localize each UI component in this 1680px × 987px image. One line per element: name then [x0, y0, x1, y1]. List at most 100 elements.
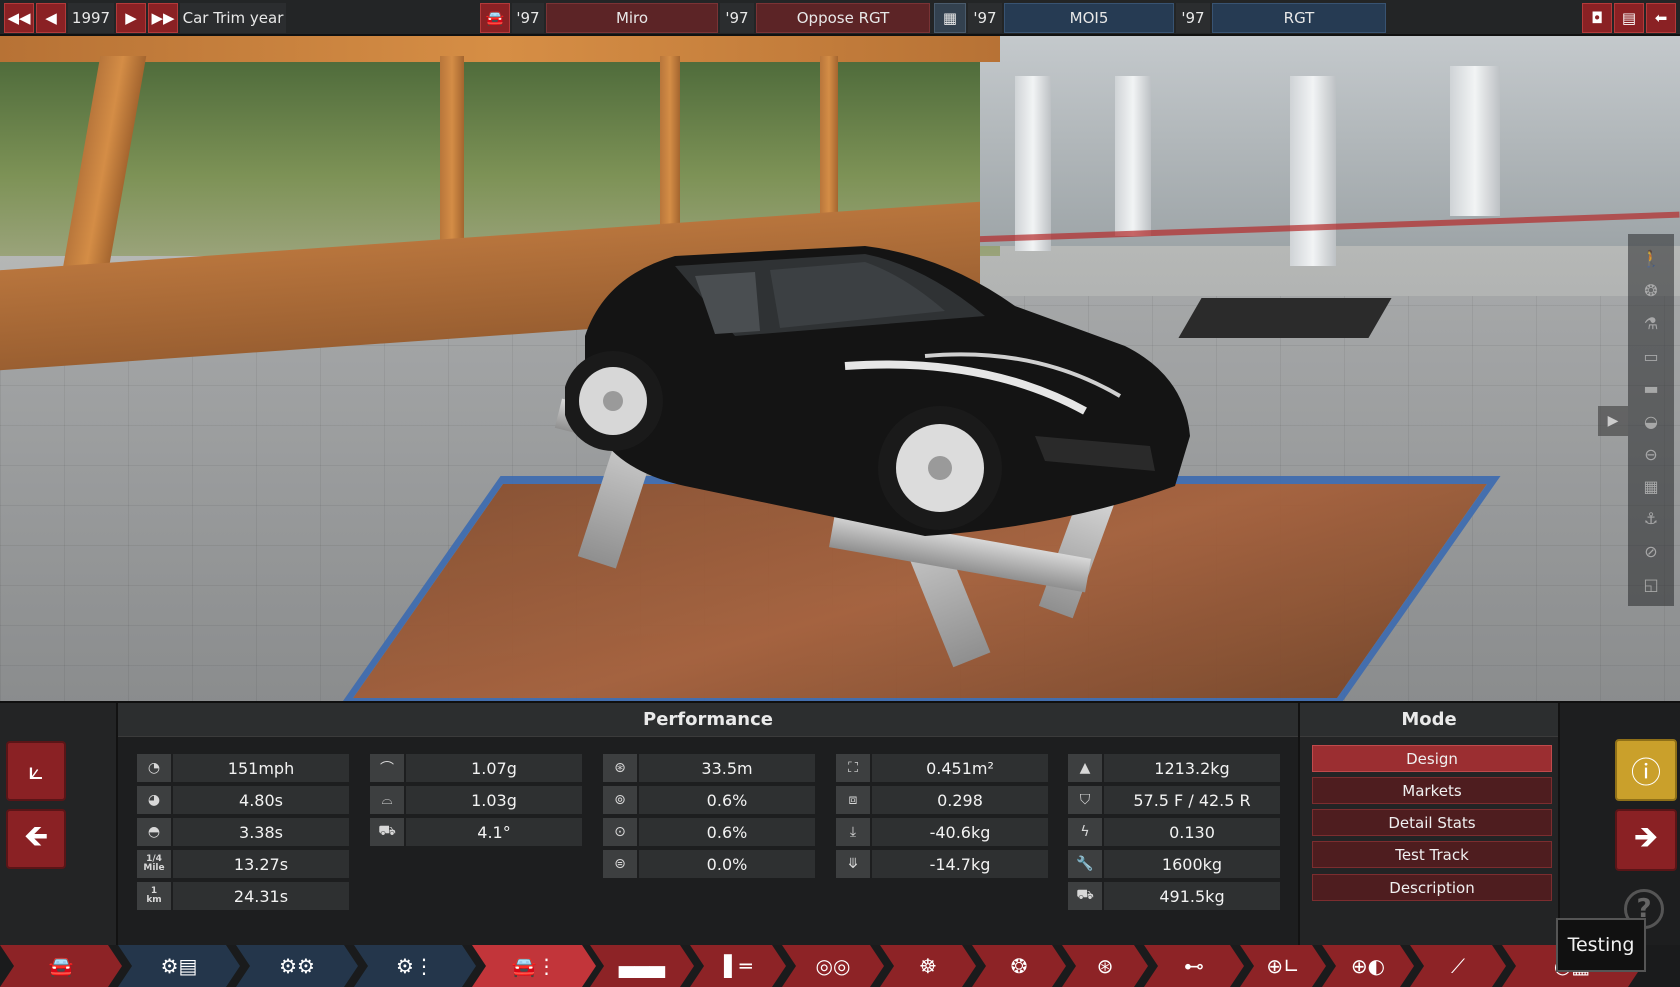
fuel-tab-icon: ⟋: [1451, 954, 1465, 978]
tab-car-front-tab[interactable]: 🚘: [0, 945, 122, 987]
steering-tab-icon: ⊕◐: [1350, 954, 1386, 978]
bottle-icon[interactable]: ⚗: [1637, 309, 1665, 337]
view-options-strip: 🚶 ❂ ⚗ ▭ ▬ ◒ ⊖ ▦ ⚓ ⊘ ◱: [1628, 234, 1674, 606]
car-icon: 🚘: [485, 9, 505, 27]
interior-tab-icon: ⊕∟: [1266, 954, 1300, 978]
stat-value: 4.1°: [406, 818, 582, 846]
tab-brakes-tab[interactable]: ⊛: [1062, 945, 1148, 987]
mode-test-track-button[interactable]: Test Track: [1312, 841, 1552, 868]
mode-description-button[interactable]: Description: [1312, 874, 1552, 901]
exit-button[interactable]: ⬅: [1646, 3, 1676, 33]
stat-value: 13.27s: [173, 850, 349, 878]
frontal-area-icon: ⛶: [836, 754, 870, 782]
no-sign-icon[interactable]: ⊘: [1637, 537, 1665, 565]
seat-icon[interactable]: ⚓: [1637, 504, 1665, 532]
speedometer-icon: ◔: [137, 754, 171, 782]
tab-model-tree[interactable]: ⚙⋮: [354, 945, 476, 987]
tab-suspension-tab[interactable]: ▌═: [690, 945, 786, 987]
tab-gears-tab[interactable]: ☸: [880, 945, 976, 987]
design-tab-bar: 🚘⚙▤⚙⚙⚙⋮🚘⋮▄▄▄▌═◎◎☸❂⊛⊷⊕∟⊕◐⟋◔▦: [0, 945, 1680, 987]
corner-grip-icon: ⌒: [370, 754, 404, 782]
tab-model-folder[interactable]: ⚙▤: [118, 945, 240, 987]
first-year-button[interactable]: ◀◀: [4, 3, 34, 33]
distance-icon-text: Mile: [143, 863, 165, 873]
concrete-pillar: [1290, 76, 1336, 266]
tab-chassis-tab[interactable]: ▄▄▄: [590, 945, 694, 987]
engine-name[interactable]: MOI5: [1004, 3, 1174, 33]
engine-block-icon: ▦: [942, 9, 958, 27]
engine-button[interactable]: ▦: [934, 3, 966, 33]
arrow-left-icon: 🡸: [23, 818, 49, 854]
model-family-icon: ⚙⚙: [279, 954, 315, 978]
bottom-panel: ⟀ 🡸 Performance ◔ 151mph ◕ 4.80s ◓ 3.38s 1/4 Mi…: [0, 701, 1680, 947]
variant-name[interactable]: RGT: [1212, 3, 1386, 33]
tooltip: Testing: [1556, 918, 1646, 972]
trim-name[interactable]: Oppose RGT: [756, 3, 930, 33]
tab-model-family[interactable]: ⚙⚙: [236, 945, 358, 987]
model-button[interactable]: 🚘: [480, 3, 510, 33]
last-year-button[interactable]: ▶▶: [148, 3, 178, 33]
tab-steering-tab[interactable]: ⊕◐: [1322, 945, 1414, 987]
stat-0-3: 1/4 Mile 13.27s: [137, 850, 349, 878]
person-icon[interactable]: 🚶: [1637, 244, 1665, 272]
mode-markets-button[interactable]: Markets: [1312, 777, 1552, 804]
back-arrow-icon: ⬅: [1654, 9, 1668, 27]
stat-3-3: ⤋ -14.7kg: [836, 850, 1048, 878]
mode-title: Mode: [1300, 703, 1558, 737]
arrow-right-icon: 🡺: [1633, 819, 1659, 855]
car-front-icon[interactable]: ◒: [1637, 407, 1665, 435]
mode-design-button[interactable]: Design: [1312, 745, 1552, 772]
next-button[interactable]: 🡺: [1615, 809, 1677, 871]
stat-3-0: ⛶ 0.451m²: [836, 754, 1048, 782]
tab-aero-tab[interactable]: ⊷: [1144, 945, 1244, 987]
next-year-button[interactable]: ▶: [116, 3, 146, 33]
right-nav-column: ⓘ 🡺 ?: [1560, 703, 1680, 947]
stat-value: 1600kg: [1104, 850, 1280, 878]
wood-column: [660, 56, 680, 246]
screenshot-button[interactable]: ◘: [1582, 3, 1612, 33]
panel-icon[interactable]: ▬: [1637, 374, 1665, 402]
chassis-tab-icon: ▄▄▄: [618, 954, 666, 978]
stat-0-0: ◔ 151mph: [137, 754, 349, 782]
wood-column: [820, 56, 838, 236]
back-button[interactable]: 🡸: [6, 809, 66, 869]
rear-downforce-icon: ⤋: [836, 850, 870, 878]
engine-year: '97: [968, 3, 1002, 33]
stat-3-1: ⧈ 0.298: [836, 786, 1048, 814]
exclamation-icon: ⓘ: [1631, 756, 1661, 791]
expand-strip-button[interactable]: ▶: [1598, 406, 1628, 436]
headlights-tab-icon: ◎◎: [815, 954, 851, 978]
grille-icon[interactable]: ▦: [1637, 472, 1665, 500]
double-left-icon: ◀◀: [7, 9, 31, 27]
stat-value: 1.07g: [406, 754, 582, 782]
tab-trim-tree[interactable]: 🚘⋮: [472, 945, 596, 987]
wheel-icon[interactable]: ❂: [1637, 276, 1665, 304]
left-icon: ◀: [45, 9, 57, 27]
mode-detail-stats-button[interactable]: Detail Stats: [1312, 809, 1552, 836]
car-model[interactable]: [565, 236, 1205, 556]
stat-1-1: ⌓ 1.03g: [370, 786, 582, 814]
car-side-icon[interactable]: ▭: [1637, 342, 1665, 370]
brakes-tab-icon: ⊛: [1096, 954, 1114, 978]
prev-year-button[interactable]: ◀: [36, 3, 66, 33]
model-tree-icon: ⚙⋮: [396, 954, 434, 978]
chassis-icon[interactable]: ⊖: [1637, 440, 1665, 468]
car-viewport[interactable]: 🚶 ❂ ⚗ ▭ ▬ ◒ ⊖ ▦ ⚓ ⊘ ◱ ▶: [0, 36, 1680, 701]
square-icon[interactable]: ◱: [1637, 570, 1665, 598]
graph-button[interactable]: ⟀: [6, 741, 66, 801]
brake-disc-icon: ⊛: [603, 754, 637, 782]
stat-4-3: 🔧 1600kg: [1068, 850, 1280, 878]
suspension-tab-icon: ▌═: [724, 954, 752, 978]
workbench: [1178, 298, 1392, 338]
tab-fuel-tab[interactable]: ⟋: [1410, 945, 1506, 987]
trim-tree-icon: 🚘⋮: [511, 954, 557, 978]
tab-interior-tab[interactable]: ⊕∟: [1240, 945, 1326, 987]
tow-icon: ⛟: [1068, 882, 1102, 910]
trim-year: '97: [720, 3, 754, 33]
calculator-button[interactable]: ▤: [1614, 3, 1644, 33]
tab-headlights-tab[interactable]: ◎◎: [782, 945, 884, 987]
calculator-icon: ▤: [1621, 9, 1637, 27]
model-name[interactable]: Miro: [546, 3, 718, 33]
tab-wheel-tab[interactable]: ❂: [972, 945, 1066, 987]
warning-button[interactable]: ⓘ: [1615, 739, 1677, 801]
